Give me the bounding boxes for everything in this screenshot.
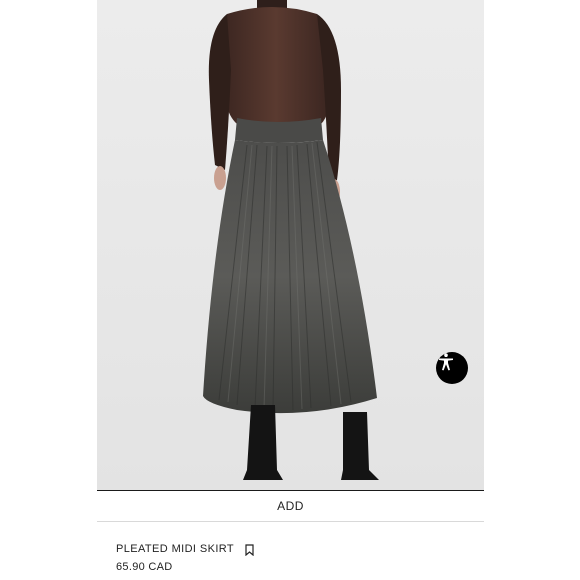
model-illustration bbox=[203, 0, 379, 480]
product-name: PLEATED MIDI SKIRT bbox=[116, 543, 235, 555]
accessibility-button[interactable] bbox=[436, 352, 468, 384]
product-price: 65.90 CAD bbox=[116, 561, 173, 573]
product-image[interactable] bbox=[97, 0, 484, 490]
add-button-label: ADD bbox=[277, 499, 304, 513]
bookmark-icon[interactable] bbox=[245, 543, 254, 557]
accessibility-icon bbox=[439, 353, 453, 371]
product-card: ADD PLEATED MIDI SKIRT 65.90 CAD bbox=[97, 0, 484, 580]
add-to-bag-button[interactable]: ADD bbox=[97, 490, 484, 522]
product-title-row: PLEATED MIDI SKIRT bbox=[116, 543, 254, 557]
product-info: PLEATED MIDI SKIRT 65.90 CAD bbox=[116, 543, 254, 573]
